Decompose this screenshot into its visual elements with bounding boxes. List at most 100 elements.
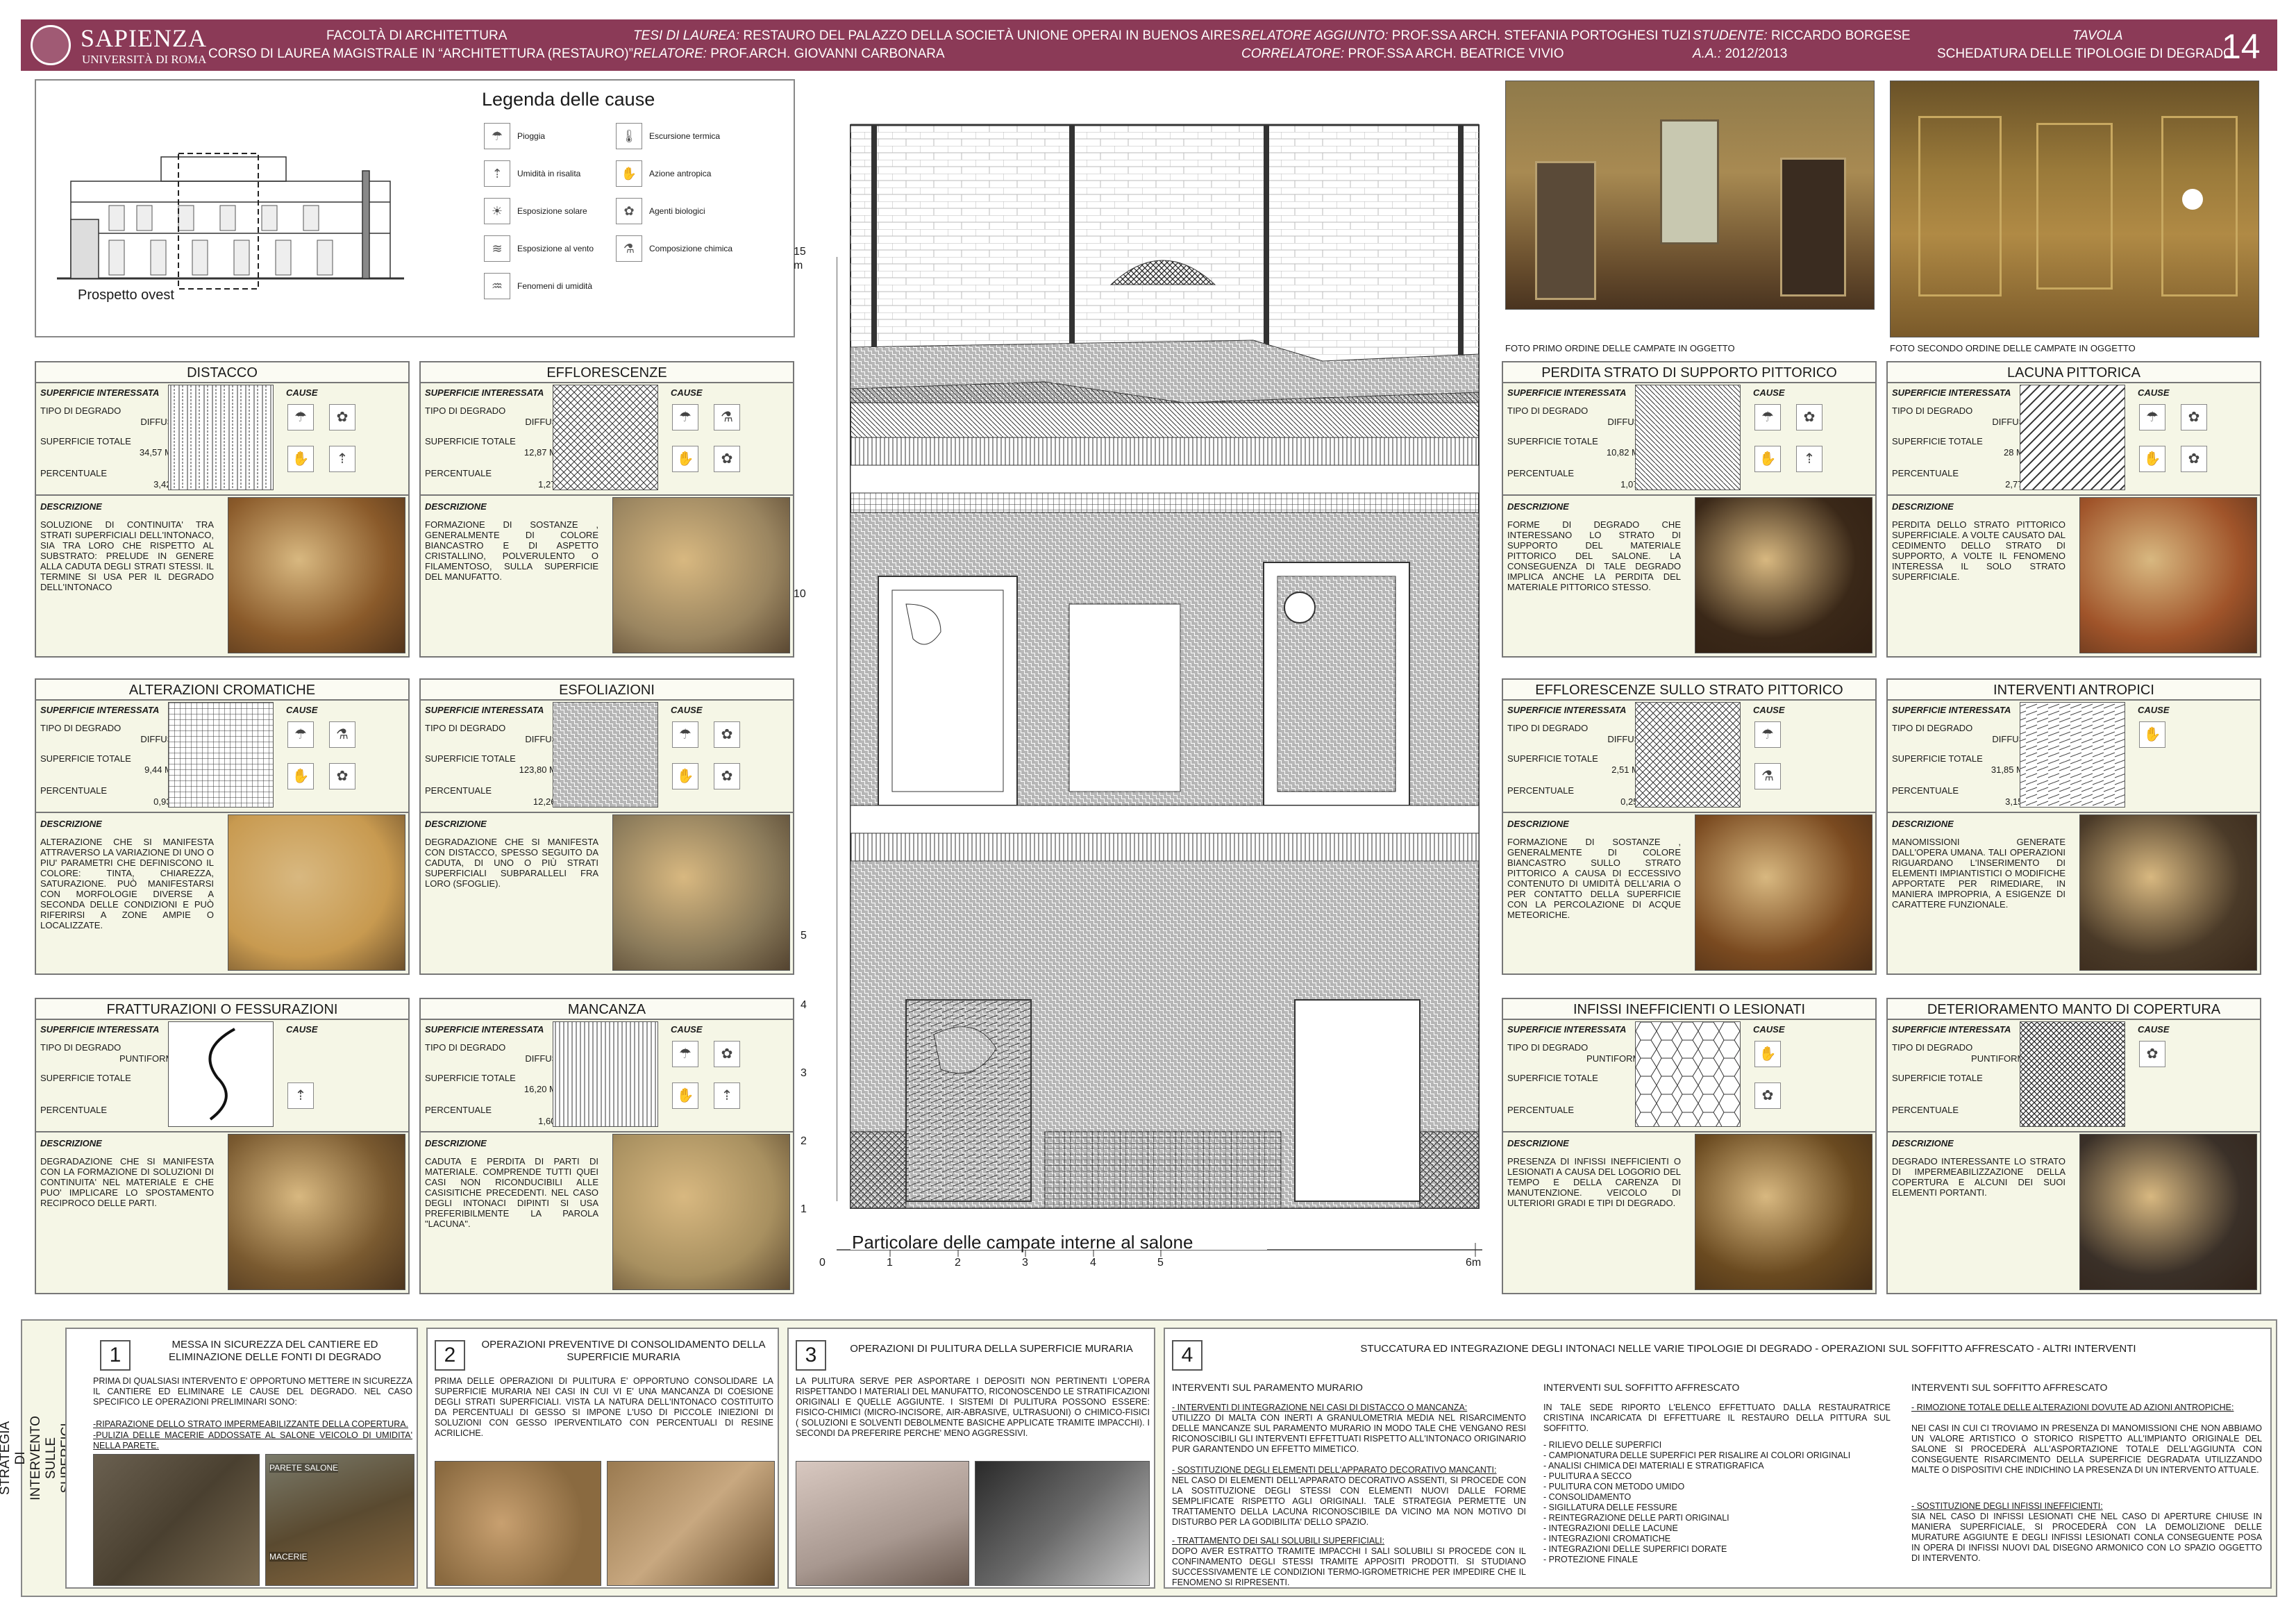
total-label: SUPERFICIE TOTALE (1507, 753, 1598, 764)
hatch-swatch (1635, 702, 1741, 808)
list-item: - INTEGRAZIONI DELLE SUPERFICI DORATE (1543, 1544, 1727, 1554)
student-label: STUDENTE: (1693, 28, 1768, 43)
human-action-icon: ✋ (1754, 1041, 1781, 1067)
surface-label: SUPERFICIE INTERESSATA (425, 1024, 544, 1035)
surface-label: SUPERFICIE INTERESSATA (1507, 1024, 1627, 1035)
total-label: SUPERFICIE TOTALE (1892, 753, 1983, 764)
cause-icons: ☂ ✿ ✋ ⇡ (1754, 404, 1831, 487)
rising-damp-icon: ⇡ (484, 160, 510, 187)
description-label: DESCRIZIONE (425, 1138, 487, 1148)
degradation-photo (612, 1134, 790, 1290)
percent-label: PERCENTUALE (40, 785, 108, 796)
percent-label: PERCENTUALE (1507, 785, 1575, 796)
strategy-side-title-wrap: STRATEGIA DI INTERVENTO SULLE SUPERFICI … (0, 1321, 89, 1596)
percent-label: PERCENTUALE (425, 468, 492, 478)
hatch-swatch (553, 385, 658, 490)
percent-value: 1,60% (538, 1116, 564, 1126)
x-tick-5: 5 (1157, 1257, 1164, 1269)
correlatore-label: CORRELATORE: (1241, 47, 1345, 61)
degradation-photo (2079, 497, 2257, 653)
card-title: EFFLORESCENZE SULLO STRATO PITTORICO (1503, 680, 1875, 701)
description-label: DESCRIZIONE (1892, 1138, 1954, 1148)
step-3-text: LA PULITURA SERVE PER ASPORTARE I DEPOSI… (796, 1376, 1150, 1438)
biological-icon: ✿ (616, 198, 642, 224)
step-3-photo-cleaning (975, 1461, 1150, 1586)
degradation-photo (1695, 1134, 1872, 1290)
legend-item: ⇡ Umidità in risalita (484, 160, 623, 187)
step-1-photo-roof (93, 1454, 260, 1586)
y-tick-1: 1 (801, 1203, 807, 1215)
rising-damp-icon: ⇡ (714, 1082, 740, 1109)
type-value: DIFFUSA (1992, 734, 2031, 744)
step-4-col1-t3: DOPO AVER ESTRATTO TRAMITE IMPACCHI I SA… (1172, 1546, 1526, 1587)
hatch-swatch (553, 702, 658, 808)
total-label: SUPERFICIE TOTALE (1507, 436, 1598, 446)
hatch-swatch (168, 385, 274, 490)
cause-icons: ✿ (2139, 1041, 2215, 1124)
degradation-card: PERDITA STRATO DI SUPPORTO PITTORICO SUP… (1502, 361, 1877, 658)
faculty: FACOLTÀ DI ARCHITETTURA (326, 28, 508, 43)
percent-value: 3,15% (2005, 796, 2031, 807)
y-tick-5: 5 (801, 930, 807, 942)
legend-item: 🌡 Escursione termica (616, 122, 782, 150)
description-text: DEGRADAZIONE CHE SI MANIFESTA CON DISTAC… (425, 837, 598, 889)
total-value: 9,44 MQ (144, 764, 179, 775)
step-4-col3-t2: SIA NEL CASO DI INFISSI LESIONATI CHE NE… (1911, 1512, 2262, 1563)
description-label: DESCRIZIONE (425, 501, 487, 512)
type-label: TIPO DI DEGRADO (425, 723, 506, 733)
step-1-list-1: -RIPARAZIONE DELLO STRATO IMPERMEABILIZZ… (93, 1419, 409, 1429)
x-tick-3: 3 (1022, 1257, 1028, 1269)
biological-icon: ✿ (2181, 446, 2207, 472)
biological-icon: ✿ (1754, 1082, 1781, 1109)
type-label: TIPO DI DEGRADO (40, 723, 121, 733)
step-4-title: STUCCATURA ED INTEGRAZIONE DEGLI INTONAC… (1360, 1343, 2136, 1355)
total-label: SUPERFICIE TOTALE (425, 1073, 516, 1083)
step-4-col3-title: INTERVENTI SUL SOFFITTO AFFRESCATO (1911, 1382, 2108, 1393)
step-4-panel: 4 STUCCATURA ED INTEGRAZIONE DEGLI INTON… (1164, 1328, 2272, 1589)
cause-icons: ☂ ✿ ✋ ✿ (2139, 404, 2215, 487)
degradation-photo (612, 497, 790, 653)
cause-label: CAUSE (671, 1024, 703, 1035)
rain-icon: ☂ (287, 721, 314, 748)
legend-item: ✿ Agenti biologici (616, 197, 782, 225)
type-label: TIPO DI DEGRADO (40, 406, 121, 416)
cause-icons: ✋ (2139, 721, 2215, 805)
percent-value: 2,77% (2005, 479, 2031, 490)
cause-label: CAUSE (671, 387, 703, 398)
biological-icon: ✿ (2181, 404, 2207, 430)
biological-icon: ✿ (714, 721, 740, 748)
type-label: TIPO DI DEGRADO (1892, 1042, 1973, 1053)
biological-icon: ✿ (329, 404, 355, 430)
degradation-photo (2079, 814, 2257, 971)
step-1-number: 1 (100, 1340, 131, 1371)
description-label: DESCRIZIONE (40, 501, 102, 512)
correlatore-value: PROF.SSA ARCH. BEATRICE VIVIO (1344, 47, 1564, 61)
legend-left-column: ☂ Pioggia ⇡ Umidità in risalita ☀ Esposizio… (484, 122, 623, 300)
percent-value: 1,07% (1620, 479, 1646, 490)
cause-label: CAUSE (1753, 1024, 1785, 1035)
thesis-label: TESI DI LAUREA: (633, 28, 740, 43)
card-title: FRATTURAZIONI O FESSURAZIONI (36, 999, 408, 1020)
type-value: DIFFUSA (525, 417, 564, 427)
step-3-panel: 3 OPERAZIONI DI PULITURA DELLA SUPERFICI… (787, 1328, 1155, 1589)
total-label: SUPERFICIE TOTALE (40, 436, 131, 446)
surface-label: SUPERFICIE INTERESSATA (1892, 387, 2011, 398)
human-action-icon: ✋ (672, 763, 698, 789)
step-4-col2-text: IN TALE SEDE RIPORTO L'ELENCO EFFETTUATO… (1543, 1403, 1891, 1433)
card-title: DISTACCO (36, 362, 408, 383)
list-item: - PULITURA A SECCO (1543, 1471, 1632, 1481)
description-label: DESCRIZIONE (1507, 1138, 1569, 1148)
aa-value: 2012/2013 (1721, 47, 1788, 61)
percent-value: 3,42% (153, 479, 179, 490)
type-label: TIPO DI DEGRADO (1892, 723, 1973, 733)
percent-value: 0,25% (1620, 796, 1646, 807)
type-label: TIPO DI DEGRADO (1892, 406, 1973, 416)
interior-bays-drawing: 15 m 10 5 4 3 2 1 0 1 2 3 4 5 6m Partico… (794, 76, 1482, 1271)
type-value: PUNTIFORME (1586, 1053, 1646, 1064)
percent-label: PERCENTUALE (1892, 785, 1959, 796)
percent-label: PERCENTUALE (40, 1105, 108, 1115)
total-value: 34,57 MQ (139, 447, 179, 458)
y-tick-10: 10 (794, 588, 806, 600)
hatch-swatch (2020, 1021, 2125, 1127)
human-action-icon: ✋ (1754, 446, 1781, 472)
